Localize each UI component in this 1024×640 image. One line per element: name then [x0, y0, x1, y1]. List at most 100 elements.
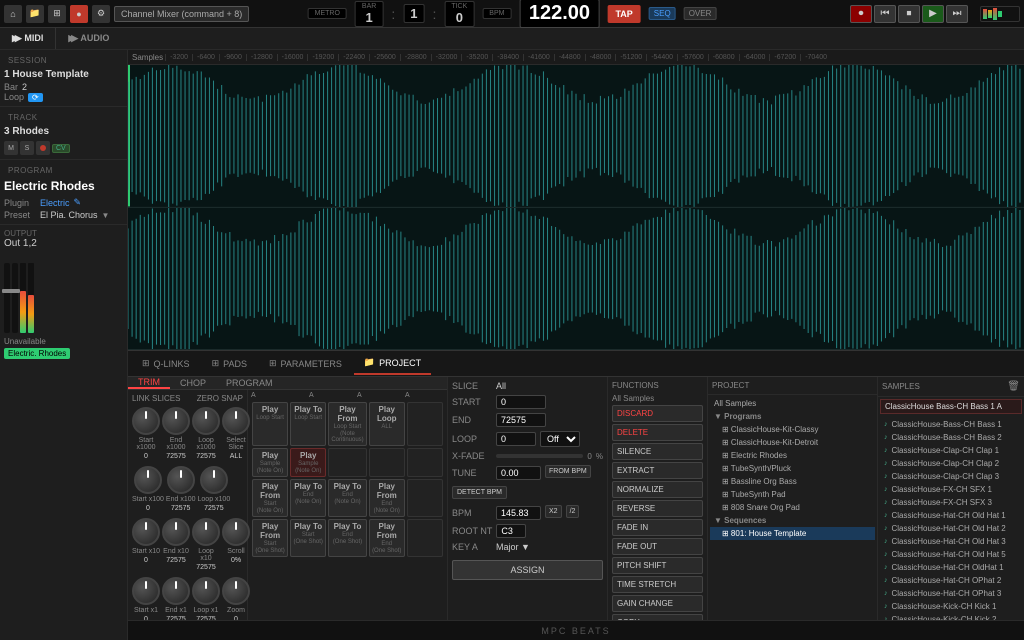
sample-hat-2[interactable]: ♪ClassicHouse-Hat-CH Old Hat 2 [880, 522, 1022, 535]
midi-button[interactable]: ▶ ▶ MIDI [0, 28, 56, 49]
rewind-button[interactable]: ⏮ [874, 5, 896, 23]
fade-out-button[interactable]: FADE OUT [612, 538, 703, 555]
knob-loop-x10-control[interactable] [192, 518, 220, 546]
pad-play-to-start-oneshot[interactable]: Play To Start (One Shot) [290, 519, 326, 557]
knob-start-x100[interactable]: Start x100 0 [132, 466, 164, 512]
sample-clap-3[interactable]: ♪ClassicHouse-Clap-CH Clap 3 [880, 470, 1022, 483]
pad-play-to-loop[interactable]: Play To Loop Start [290, 402, 326, 446]
knob-loop-x1-control[interactable] [192, 577, 220, 605]
knob-end-x1-control[interactable] [162, 577, 190, 605]
knob-start-x1000[interactable]: Start x1000 0 [132, 407, 160, 460]
record-transport-button[interactable]: ⏺ [850, 5, 872, 23]
pad-play-from-end-1[interactable]: Play From End (Note On) [369, 479, 405, 517]
sequence-house-template[interactable]: ⊞ 801: House Template [710, 527, 875, 540]
tune-input[interactable] [496, 466, 541, 480]
trim-tab-program[interactable]: PROGRAM [216, 377, 283, 389]
plugin-value[interactable]: Electric [40, 198, 70, 208]
pad-play-sample-2[interactable]: Play Sample (Note On) [290, 448, 326, 477]
knob-select-slice[interactable]: Select Slice ALL [222, 407, 250, 460]
sample-clap-1[interactable]: ♪ClassicHouse-Clap-CH Clap 1 [880, 444, 1022, 457]
knob-start-x1000-control[interactable] [132, 407, 160, 435]
sample-clap-2[interactable]: ♪ClassicHouse-Clap-CH Clap 2 [880, 457, 1022, 470]
knob-end-x1[interactable]: End x1 72575 [162, 577, 190, 620]
loop-input[interactable] [496, 432, 536, 446]
program-classy[interactable]: ⊞ ClassicHouse-Kit-Classy [710, 423, 875, 436]
sample-bass-1[interactable]: ♪ClassicHouse-Bass-CH Bass 1 [880, 418, 1022, 431]
knob-end-x10-control[interactable] [162, 518, 190, 546]
pad-play-from-end-oneshot[interactable]: Play From End (One Shot) [369, 519, 405, 557]
grid-icon[interactable]: ⊞ [48, 5, 66, 23]
discard-button[interactable]: DISCARD [612, 405, 703, 422]
pitch-shift-button[interactable]: PITCH SHIFT [612, 557, 703, 574]
sample-kick-2[interactable]: ♪ClassicHouse-Kick-CH Kick 2 [880, 613, 1022, 620]
folder-icon[interactable]: 📁 [26, 5, 44, 23]
silence-button[interactable]: SILENCE [612, 443, 703, 460]
pad-play-to-end-oneshot[interactable]: Play To End (One Shot) [328, 519, 366, 557]
plugin-edit-icon[interactable]: ✎ [74, 197, 82, 208]
play-button[interactable]: ▶ [922, 5, 944, 23]
home-icon[interactable]: ⌂ [4, 5, 22, 23]
audio-button[interactable]: ▶ ▶ AUDIO [56, 28, 121, 49]
knob-end-x100[interactable]: End x100 72575 [166, 466, 196, 512]
knob-start-x10-control[interactable] [132, 518, 160, 546]
knob-select-slice-control[interactable] [222, 407, 250, 435]
fader-track-right[interactable] [12, 263, 18, 333]
sample-hat-1[interactable]: ♪ClassicHouse-Hat-CH Old Hat 1 [880, 509, 1022, 522]
knob-loop-x1[interactable]: Loop x1 72575 [192, 577, 220, 620]
seq-button[interactable]: SEQ [649, 7, 676, 20]
program-tubesynth-pad[interactable]: ⊞ TubeSynth Pad [710, 488, 875, 501]
gain-change-button[interactable]: GAIN CHANGE [612, 595, 703, 612]
tab-q-links[interactable]: ⊞ Q-LINKS [132, 353, 200, 375]
normalize-button[interactable]: NORMALIZE [612, 481, 703, 498]
program-electric-rhodes[interactable]: ⊞ Electric Rhodes [710, 449, 875, 462]
knob-end-x1000[interactable]: End x1000 72575 [162, 407, 190, 460]
solo-button[interactable]: S [20, 141, 34, 155]
tab-pads[interactable]: ⊞ PADS [202, 353, 257, 375]
over-button[interactable]: OVER [684, 7, 717, 20]
knob-zoom[interactable]: Zoom 0 [222, 577, 250, 620]
sample-ophat-1[interactable]: ♪ClassicHouse-Hat-CH OldHat 1 [880, 561, 1022, 574]
sequences-header[interactable]: ▼ Sequences [710, 514, 875, 527]
pad-play-to-end-2[interactable]: Play To End (Note On) [328, 479, 366, 517]
detect-bpm-button[interactable]: DETECT BPM [452, 486, 507, 499]
start-input[interactable] [496, 395, 546, 409]
pad-play-from-start-oneshot[interactable]: Play From Start (One Shot) [252, 519, 288, 557]
channel-mixer-button[interactable]: Channel Mixer (command + 8) [114, 6, 249, 22]
pad-play-sample-1[interactable]: Play Sample (Note On) [252, 448, 288, 477]
x2-button[interactable]: X2 [545, 505, 562, 518]
record-arm-button[interactable] [36, 141, 50, 155]
pad-play-from-continuous[interactable]: Play From Loop Start (Note Continuous) [328, 402, 366, 446]
knob-end-x10[interactable]: End x10 72575 [162, 518, 190, 571]
bpm-display[interactable]: 122.00 [519, 0, 599, 28]
stop-button[interactable]: ⏹ [898, 5, 920, 23]
sample-hat-3[interactable]: ♪ClassicHouse-Hat-CH Old Hat 3 [880, 535, 1022, 548]
from-bpm-button[interactable]: FROM BPM [545, 465, 591, 478]
extract-button[interactable]: EXTRACT [612, 462, 703, 479]
sample-kick-1[interactable]: ♪ClassicHouse-Kick-CH Kick 1 [880, 600, 1022, 613]
sample-ophat-3[interactable]: ♪ClassicHouse-Hat-CH OPhat 3 [880, 587, 1022, 600]
loop-mode-select[interactable]: Off On [540, 431, 580, 447]
time-stretch-button[interactable]: TIME STRETCH [612, 576, 703, 593]
knob-end-x1000-control[interactable] [162, 407, 190, 435]
knob-scroll-control[interactable] [222, 518, 250, 546]
samples-trash-icon[interactable]: 🗑 [1007, 381, 1020, 392]
div2-button[interactable]: /2 [566, 505, 580, 518]
knob-end-x100-control[interactable] [167, 466, 195, 494]
mixer-icon[interactable]: ⚙ [92, 5, 110, 23]
knob-start-x1-control[interactable] [132, 577, 160, 605]
fader-track-left[interactable] [4, 263, 10, 333]
knob-loop-x1000-control[interactable] [192, 407, 220, 435]
programs-header[interactable]: ▼ Programs [710, 410, 875, 423]
program-detroit[interactable]: ⊞ ClassicHouse-Kit-Detroit [710, 436, 875, 449]
trim-tab-trim[interactable]: TRIM [128, 377, 170, 389]
fade-in-button[interactable]: FADE IN [612, 519, 703, 536]
forward-button[interactable]: ⏭ [946, 5, 968, 23]
pad-play-loop-start[interactable]: Play Loop Start [252, 402, 288, 446]
knob-scroll[interactable]: Scroll 0% [222, 518, 250, 571]
tab-parameters[interactable]: ⊞ PARAMETERS [259, 353, 352, 375]
knob-start-x10[interactable]: Start x10 0 [132, 518, 160, 571]
tab-project[interactable]: 📁 PROJECT [354, 353, 431, 375]
pad-play-loop-all[interactable]: Play Loop ALL [369, 402, 405, 446]
root-nt-input[interactable] [496, 524, 526, 538]
reverse-button[interactable]: REVERSE [612, 500, 703, 517]
